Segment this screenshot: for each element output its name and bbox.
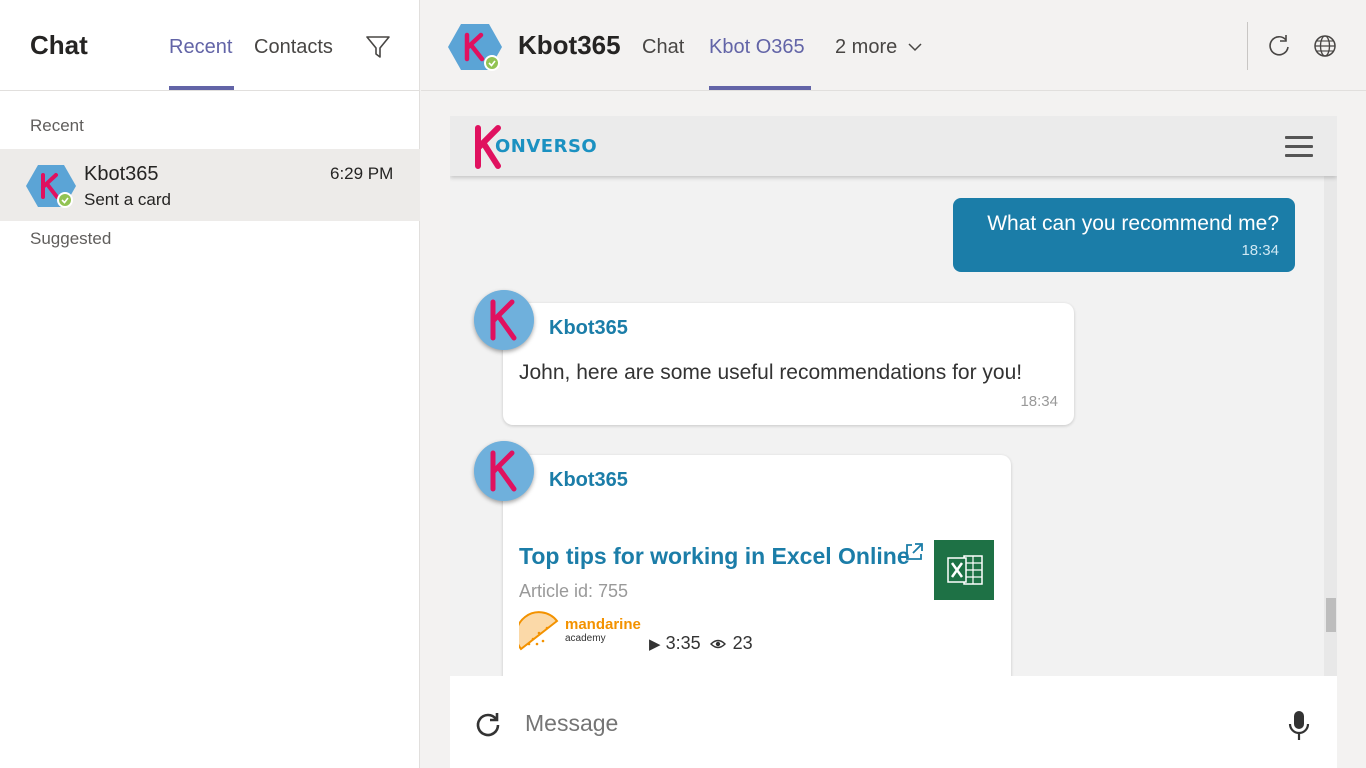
play-icon[interactable]: ▶ (649, 636, 661, 653)
bot-message-sender: Kbot365 (549, 317, 628, 339)
external-link-icon[interactable] (903, 541, 925, 563)
konverso-logo-text: ONVERSO (495, 136, 598, 157)
user-message-bubble: What can you recommend me? 18:34 (953, 198, 1295, 272)
message-input[interactable] (525, 710, 1225, 737)
webchat-header: ONVERSO (450, 116, 1337, 176)
webchat-frame: ONVERSO What can you recommend me? 18:34… (450, 116, 1337, 768)
chat-list-title: Chat (30, 30, 88, 60)
excel-icon (934, 540, 994, 600)
message-composer (450, 676, 1337, 768)
filter-icon[interactable] (364, 33, 392, 61)
microphone-icon[interactable] (1286, 709, 1312, 743)
scrollbar-thumb[interactable] (1326, 598, 1336, 632)
globe-icon[interactable] (1312, 33, 1338, 59)
bot-message-time: 18:34 (1020, 393, 1058, 410)
tab-kbot-o365-indicator (709, 86, 811, 90)
header-divider (1247, 22, 1248, 70)
section-suggested-label: Suggested (30, 229, 112, 248)
eye-icon (709, 640, 726, 649)
conversation-title: Kbot365 (518, 30, 621, 60)
section-recent-label: Recent (30, 116, 84, 135)
chat-list-panel: Chat Recent Contacts Recent Kbot365 Sent… (0, 0, 420, 768)
publisher-name: mandarine (565, 616, 641, 633)
bot-avatar-icon (474, 441, 534, 501)
chat-list-header: Chat Recent Contacts (0, 0, 419, 91)
chat-item-name: Kbot365 (84, 163, 159, 185)
tab-recent[interactable]: Recent (169, 36, 232, 59)
video-stats: ▶ 3:35 23 (649, 633, 753, 654)
video-duration: 3:35 (665, 633, 701, 653)
chat-item-preview: Sent a card (84, 190, 171, 209)
tab-recent-indicator (169, 86, 234, 90)
tab-chat[interactable]: Chat (642, 36, 684, 59)
bot-message-text: John, here are some useful recommendatio… (519, 361, 1023, 384)
refresh-icon[interactable] (1266, 33, 1292, 59)
user-message-text: What can you recommend me? (987, 212, 1279, 235)
conversation-header: Kbot365 Chat Kbot O365 2 more (421, 0, 1366, 91)
chevron-down-icon[interactable] (907, 40, 923, 54)
article-title-link[interactable]: Top tips for working in Excel Online (519, 543, 910, 570)
user-message-time: 18:34 (1241, 242, 1279, 259)
tab-contacts[interactable]: Contacts (254, 36, 333, 59)
bot-avatar-icon (448, 24, 502, 71)
chat-list-item[interactable]: Kbot365 Sent a card 6:29 PM (0, 149, 420, 221)
restart-icon[interactable] (474, 710, 502, 738)
menu-icon[interactable] (1285, 136, 1313, 158)
bot-avatar-icon (474, 290, 534, 350)
bot-avatar-icon (26, 165, 76, 208)
article-id: Article id: 755 (519, 581, 629, 601)
publisher-subtitle: academy (565, 633, 606, 644)
bot-card-bubble: Kbot365 Top tips for working in Excel On… (503, 455, 1011, 705)
bot-card-sender: Kbot365 (549, 469, 628, 491)
tab-more[interactable]: 2 more (835, 36, 897, 59)
view-count: 23 (732, 633, 753, 653)
chat-item-time: 6:29 PM (330, 164, 394, 183)
tab-kbot-o365[interactable]: Kbot O365 (709, 36, 805, 59)
bot-message-bubble: Kbot365 John, here are some useful recom… (503, 303, 1074, 425)
